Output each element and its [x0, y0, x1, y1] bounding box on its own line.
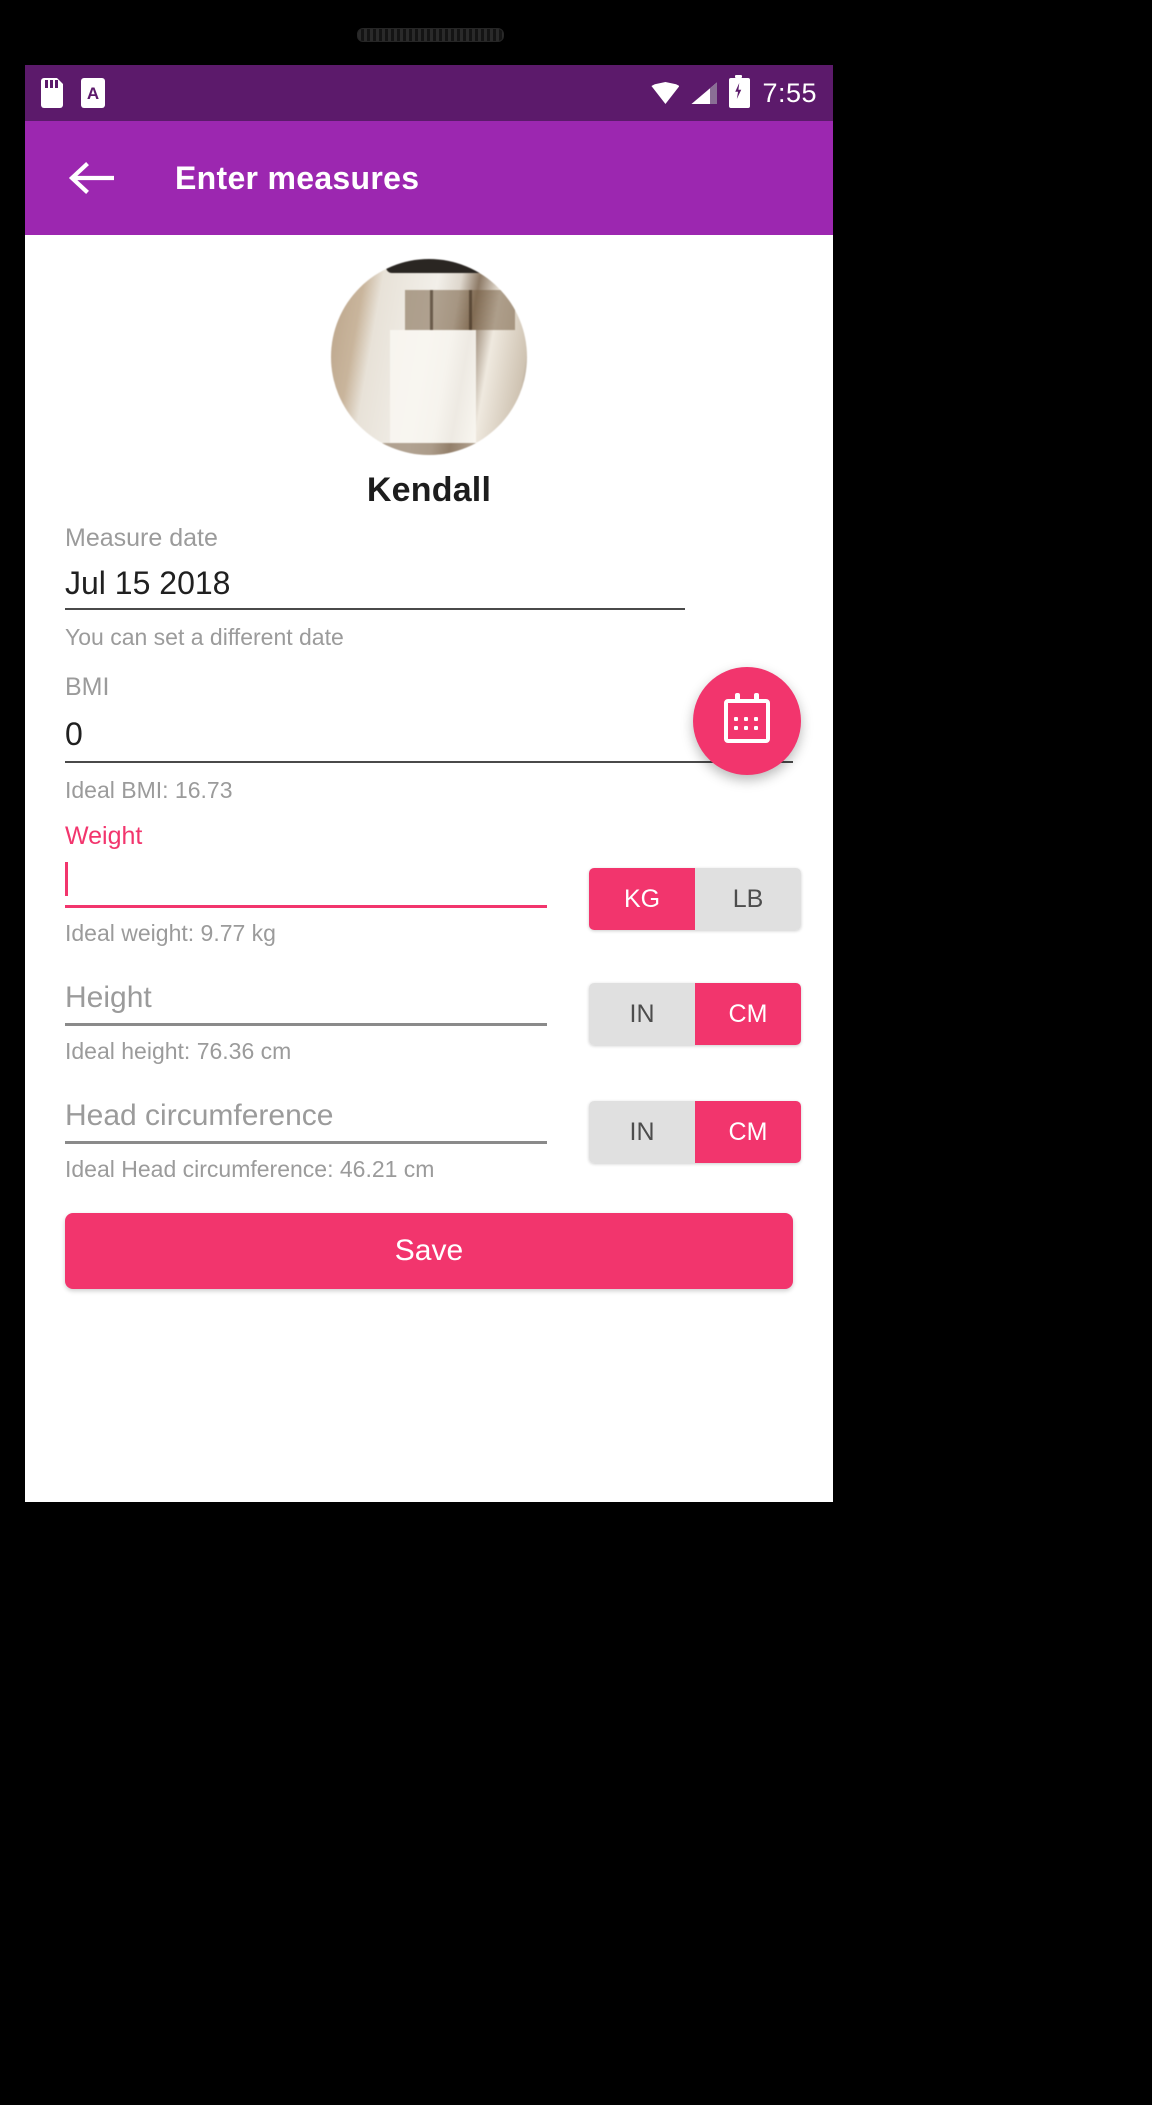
back-arrow-icon [68, 162, 114, 194]
head-circumference-row: Head circumference Ideal Head circumfere… [25, 1097, 833, 1183]
height-row: Height Ideal height: 76.36 cm IN CM [25, 979, 833, 1065]
head-unit-in[interactable]: IN [589, 1101, 695, 1163]
measure-date-input[interactable]: Jul 15 2018 [65, 565, 685, 610]
battery-charging-icon [729, 75, 751, 108]
phone-device: A 7:55 Enter measures Kendall Measure da… [0, 0, 1152, 2105]
height-placeholder: Height [65, 981, 152, 1014]
weight-row: Weight Ideal weight: 9.77 kg KG LB [25, 822, 833, 947]
measure-date-field: Measure date Jul 15 2018 You can set a d… [25, 524, 833, 651]
measures-form: Measure date Jul 15 2018 You can set a d… [25, 524, 833, 1289]
weight-unit-toggle[interactable]: KG LB [589, 868, 801, 930]
head-circumference-hint: Ideal Head circumference: 46.21 cm [65, 1156, 435, 1182]
save-section: Save [25, 1213, 833, 1289]
head-circumference-input[interactable]: Head circumference [65, 1097, 547, 1144]
sd-card-icon [41, 78, 63, 108]
weight-value [65, 862, 68, 896]
measure-date-value: Jul 15 2018 [65, 565, 231, 601]
head-circumference-placeholder: Head circumference [65, 1099, 334, 1132]
weight-unit-kg[interactable]: KG [589, 868, 695, 930]
main-content: Kendall Measure date Jul 15 2018 You can… [25, 235, 833, 1502]
head-unit-toggle[interactable]: IN CM [589, 1101, 801, 1163]
bmi-input[interactable]: 0 [65, 716, 793, 763]
head-unit-cm[interactable]: CM [695, 1101, 801, 1163]
profile-name: Kendall [366, 471, 492, 509]
speaker-grille [357, 28, 504, 42]
clock-time: 7:55 [762, 77, 817, 108]
height-unit-toggle[interactable]: IN CM [589, 983, 801, 1045]
font-size-icon: A [81, 78, 105, 108]
text-caret [65, 862, 68, 896]
weight-label: Weight [65, 822, 143, 850]
wifi-icon [651, 82, 679, 104]
bmi-value: 0 [65, 716, 83, 752]
measure-date-label: Measure date [65, 524, 218, 552]
height-input[interactable]: Height [65, 979, 547, 1026]
bmi-hint: Ideal BMI: 16.73 [65, 777, 233, 803]
save-button[interactable]: Save [65, 1213, 793, 1289]
phone-screen: A 7:55 Enter measures Kendall Measure da… [25, 65, 833, 1502]
height-unit-in[interactable]: IN [589, 983, 695, 1045]
weight-unit-lb[interactable]: LB [695, 868, 801, 930]
back-button[interactable] [65, 152, 117, 204]
measure-date-hint: You can set a different date [65, 624, 344, 650]
cellular-signal-icon [691, 82, 718, 104]
pick-date-fab[interactable] [693, 667, 801, 775]
weight-hint: Ideal weight: 9.77 kg [65, 920, 276, 946]
app-bar: Enter measures [25, 121, 833, 235]
profile-header: Kendall [25, 235, 833, 510]
calendar-icon [724, 693, 770, 743]
height-unit-cm[interactable]: CM [695, 983, 801, 1045]
page-title: Enter measures [175, 159, 420, 196]
weight-input[interactable] [65, 861, 547, 908]
bmi-label: BMI [65, 673, 110, 701]
height-hint: Ideal height: 76.36 cm [65, 1038, 292, 1064]
status-bar-notifications: A [41, 78, 105, 108]
status-bar-system: 7:55 [651, 75, 817, 109]
status-bar: A 7:55 [25, 65, 833, 121]
avatar[interactable] [331, 259, 527, 455]
